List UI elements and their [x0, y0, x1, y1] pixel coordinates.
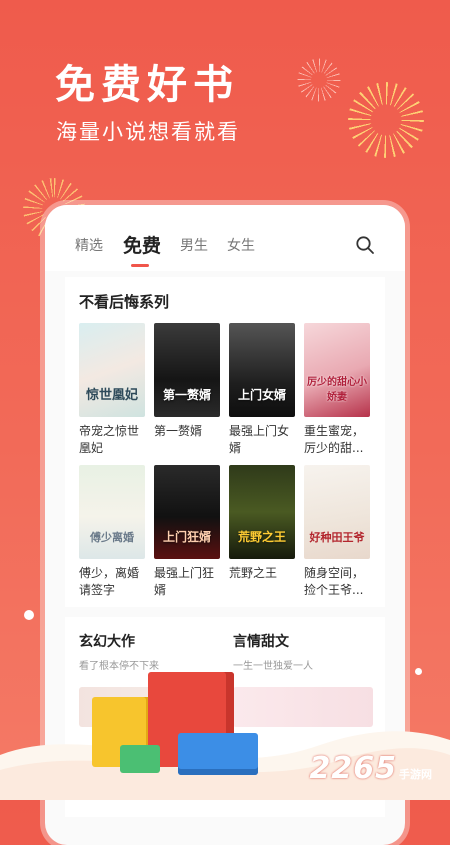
book-item[interactable]: 上门女婿 最强上门女婿: [229, 323, 295, 457]
decoration-dot: [24, 610, 34, 620]
book-title: 帝宠之惊世凰妃: [79, 424, 140, 455]
category-fantasy[interactable]: 玄幻大作 看了根本停不下来: [79, 631, 159, 672]
book-item[interactable]: 荒野之王 荒野之王: [229, 465, 295, 582]
book-item[interactable]: 好种田王爷 随身空间，捡个王爷...: [304, 465, 370, 599]
brand-text: 手游网: [399, 768, 432, 781]
category-desc: 一生一世独爱一人: [233, 661, 313, 672]
book-title: 重生蜜宠，厉少的甜...: [304, 424, 365, 455]
firework-decoration: [348, 82, 424, 158]
tab-male[interactable]: 男生: [180, 235, 208, 255]
book-cover: 第一赘婿: [154, 323, 220, 417]
book-cover: 惊世凰妃: [79, 323, 145, 417]
book-item[interactable]: 傅少离婚 傅少，离婚请签字: [79, 465, 145, 599]
book-section: 不看后悔系列 惊世凰妃 帝宠之惊世凰妃 第一赘婿 第一赘婿 上门女婿 最强上门女…: [65, 277, 385, 607]
book-title: 最强上门女婿: [229, 424, 290, 455]
book-cover: 厉少的甜心小娇妻: [304, 323, 370, 417]
book-item[interactable]: 惊世凰妃 帝宠之惊世凰妃: [79, 323, 145, 457]
firework-decoration: [297, 58, 341, 102]
book-cover: 荒野之王: [229, 465, 295, 559]
book-title: 随身空间，捡个王爷...: [304, 566, 365, 597]
book-item[interactable]: 厉少的甜心小娇妻 重生蜜宠，厉少的甜...: [304, 323, 370, 457]
book-item[interactable]: 第一赘婿 第一赘婿: [154, 323, 220, 440]
tab-female[interactable]: 女生: [227, 235, 255, 255]
book-title: 最强上门狂婿: [154, 566, 215, 597]
section-title: 不看后悔系列: [79, 293, 170, 311]
tab-bar: 精选 免费 男生 女生: [45, 205, 405, 271]
category-name: 玄幻大作: [79, 634, 135, 650]
book-title: 傅少，离婚请签字: [79, 566, 140, 597]
brand-watermark: 2265 手游网: [310, 751, 433, 786]
book-cover: 上门狂婿: [154, 465, 220, 559]
brand-number: 2265: [309, 751, 397, 786]
tab-featured[interactable]: 精选: [75, 235, 103, 255]
category-romance[interactable]: 言情甜文 一生一世独爱一人: [233, 631, 313, 672]
category-name: 言情甜文: [233, 634, 289, 650]
book-title: 第一赘婿: [154, 424, 203, 438]
category-desc: 看了根本停不下来: [79, 661, 159, 672]
book-cover: 傅少离婚: [79, 465, 145, 559]
book-cover: 好种田王爷: [304, 465, 370, 559]
active-tab-indicator: [131, 264, 149, 267]
decoration-dot: [415, 668, 422, 675]
promo-subline: 海量小说想看就看: [56, 120, 240, 144]
search-icon[interactable]: [355, 235, 375, 255]
book-illustration: [178, 733, 258, 775]
book-illustration: [120, 745, 160, 773]
promo-headline: 免费好书: [55, 62, 239, 108]
book-title: 荒野之王: [229, 566, 278, 580]
book-item[interactable]: 上门狂婿 最强上门狂婿: [154, 465, 220, 599]
tab-free[interactable]: 免费: [123, 231, 161, 258]
book-cover: 上门女婿: [229, 323, 295, 417]
